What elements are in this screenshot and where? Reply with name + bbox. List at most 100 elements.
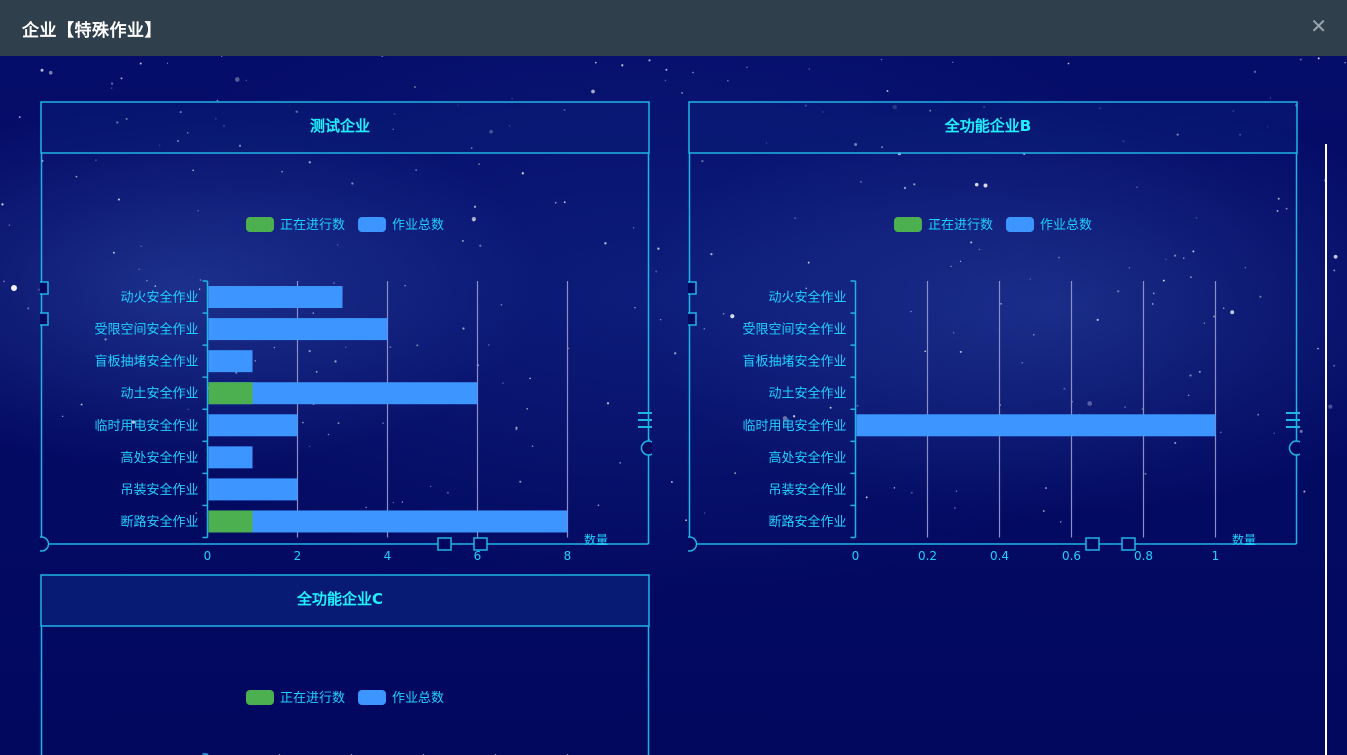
star: [139, 62, 142, 65]
star: [1253, 70, 1257, 73]
star: [1317, 347, 1319, 350]
legend-running-swatch: [246, 690, 274, 705]
y-tick-label: 断路安全作业: [120, 514, 198, 530]
x-tick-label: 4: [384, 549, 392, 561]
y-tick-label: 受限空间安全作业: [742, 322, 846, 338]
y-tick-label: 高处安全作业: [768, 450, 846, 466]
chart-legend[interactable]: 正在进行数 作业总数: [894, 217, 1092, 233]
legend-total-label: 作业总数: [1040, 218, 1092, 233]
frame-handle-icon: [40, 312, 49, 326]
bar-total[interactable]: [208, 286, 343, 309]
y-tick-label: 临时用电安全作业: [742, 418, 846, 434]
legend-running-label: 正在进行数: [280, 691, 345, 706]
legend-running-swatch: [894, 217, 922, 232]
panel-title: 全功能企业C: [296, 590, 383, 608]
x-tick-label: 2: [294, 549, 302, 561]
x-tick-label: 0.8: [1134, 549, 1153, 561]
frame-node-icon: [40, 536, 50, 552]
frame-node-icon: [640, 440, 652, 456]
star: [692, 71, 694, 74]
star: [665, 68, 668, 71]
star: [674, 352, 677, 355]
frame-handle-icon: [688, 281, 697, 295]
menu-lines-icon: [1286, 412, 1300, 428]
star: [18, 116, 21, 118]
bar-total[interactable]: [856, 414, 1216, 437]
bar-total[interactable]: [208, 414, 298, 437]
dialog-title: 企业【特殊作业】: [22, 21, 162, 41]
panel-title: 测试企业: [310, 117, 370, 135]
star: [27, 307, 30, 310]
chart-svg: 测试企业正在进行数 作业总数动火安全作业受限空间安全作业盲板抽堵安全作业动土安全作…: [40, 101, 652, 561]
bar-running[interactable]: [208, 510, 253, 533]
star: [166, 62, 169, 64]
bar-total[interactable]: [208, 318, 388, 341]
y-tick-label: 高处安全作业: [120, 450, 198, 466]
star: [655, 270, 658, 273]
legend-running-label: 正在进行数: [928, 218, 993, 233]
star: [671, 481, 673, 483]
x-tick-label: 6: [474, 549, 482, 561]
star: [621, 64, 624, 67]
enterprise-chart-panel-1: 测试企业正在进行数 作业总数动火安全作业受限空间安全作业 盲板抽堵安全作业动土安全作…: [40, 101, 652, 561]
star: [659, 318, 662, 321]
star: [880, 58, 883, 61]
star: [40, 68, 44, 72]
y-tick-label: 断路安全作业: [768, 514, 846, 530]
chart-legend[interactable]: 正在进行数 作业总数: [246, 217, 444, 233]
frame-node-icon: [1288, 440, 1300, 456]
y-tick-label: 临时用电安全作业: [94, 418, 198, 434]
chart-svg: 全功能企业C正在进行数作业总数动火安全作业: [40, 574, 650, 755]
y-tick-label: 动土安全作业: [120, 386, 198, 402]
y-tick-label: 盲板抽堵安全作业: [94, 354, 198, 370]
star: [648, 59, 651, 62]
star: [1269, 97, 1272, 99]
bar-total[interactable]: [208, 446, 253, 469]
star: [245, 79, 247, 82]
star: [1344, 61, 1346, 64]
scrollbar[interactable]: [1325, 144, 1327, 755]
legend-total-label: 作业总数: [392, 691, 444, 706]
menu-lines-icon: [638, 412, 652, 428]
star: [11, 285, 17, 291]
frame-handle-icon: [688, 312, 697, 326]
star: [8, 224, 11, 226]
star: [808, 68, 810, 70]
star: [664, 79, 667, 82]
star: [657, 247, 660, 250]
frame-handle-icon: [1085, 537, 1100, 551]
y-tick-label: 动火安全作业: [120, 290, 198, 306]
frame-handle-icon: [437, 537, 452, 551]
legend-total-swatch: [358, 690, 386, 705]
close-icon[interactable]: ✕: [1310, 16, 1327, 36]
y-tick-label: 受限空间安全作业: [94, 322, 198, 338]
x-tick-label: 0.6: [1062, 549, 1081, 561]
star: [1067, 62, 1070, 65]
x-axis-label: 数量: [1232, 532, 1256, 547]
legend-running-label: 正在进行数: [280, 218, 345, 233]
star: [1, 203, 4, 206]
star: [685, 519, 687, 522]
bar-total[interactable]: [208, 350, 253, 373]
star: [1333, 269, 1336, 272]
x-tick-label: 0.2: [918, 549, 937, 561]
dialog-titlebar: 企业【特殊作业】 ✕: [0, 0, 1347, 56]
y-tick-label: 盲板抽堵安全作业: [742, 354, 846, 370]
enterprise-chart-panel-2: 全功能企业B 正在进行数 作业总数 动火安全作业 受限空间安全作业 盲板抽堵安全作业 动土安…: [688, 101, 1300, 561]
star: [511, 97, 513, 100]
y-tick-label: 动土安全作业: [768, 386, 846, 402]
legend-running-swatch: [246, 217, 274, 232]
x-tick-label: 0.4: [990, 549, 1009, 561]
star: [951, 61, 954, 63]
bar-total[interactable]: [208, 478, 298, 501]
star: [1299, 58, 1302, 61]
bar-total[interactable]: [208, 510, 568, 533]
frame-node-icon: [688, 536, 698, 552]
chart-legend[interactable]: 正在进行数 作业总数: [246, 690, 444, 706]
star: [594, 61, 597, 64]
y-tick-label: 动火安全作业: [768, 290, 846, 306]
x-tick-label: 8: [564, 549, 572, 561]
y-tick-label: 吊装安全作业: [768, 482, 846, 498]
star: [234, 77, 240, 82]
bar-running[interactable]: [208, 382, 253, 405]
